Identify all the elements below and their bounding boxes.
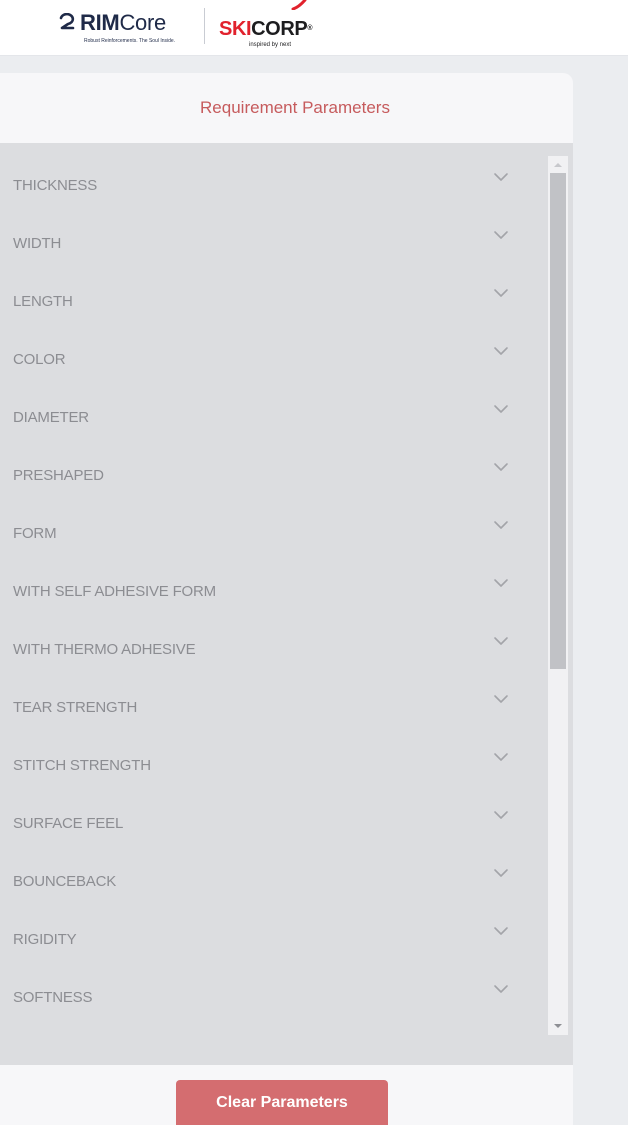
requirement-parameters-panel: Requirement Parameters THICKNESS WIDTH LEN… [0, 73, 573, 1125]
scroll-down-arrow-icon[interactable] [548, 1018, 568, 1035]
chevron-down-icon[interactable] [493, 752, 509, 762]
parameter-row[interactable]: SOFTNESS [0, 968, 547, 1026]
clear-parameters-button[interactable]: Clear Parameters [176, 1080, 388, 1125]
chevron-down-icon[interactable] [493, 288, 509, 298]
parameter-row[interactable]: WITH THERMO ADHESIVE [0, 620, 547, 678]
chevron-down-icon[interactable] [493, 694, 509, 704]
parameters-list-area: THICKNESS WIDTH LENGTH COLOR DIAMETER PRESHAP… [0, 143, 573, 1065]
parameter-label: FORM [13, 524, 57, 542]
scrollbar-thumb[interactable] [550, 173, 566, 669]
brand-logos: RIMCore Robust Reinforcements. The Soul … [58, 0, 329, 52]
chevron-down-icon[interactable] [493, 926, 509, 936]
parameter-row[interactable]: COLOR [0, 330, 547, 388]
chevron-down-icon[interactable] [493, 346, 509, 356]
parameter-label: RIGIDITY [13, 930, 77, 948]
parameter-row[interactable]: DIAMETER [0, 388, 547, 446]
parameter-row[interactable]: THICKNESS [0, 156, 547, 214]
parameter-row[interactable]: WITH SELF ADHESIVE FORM [0, 562, 547, 620]
logo-divider [204, 8, 205, 44]
parameter-row[interactable]: RIGIDITY [0, 910, 547, 968]
chevron-down-icon[interactable] [493, 172, 509, 182]
parameter-label: COLOR [13, 350, 66, 368]
parameter-row[interactable]: BOUNCEBACK [0, 852, 547, 910]
chevron-down-icon[interactable] [493, 520, 509, 530]
chevron-down-icon[interactable] [493, 462, 509, 472]
chevron-down-icon[interactable] [493, 578, 509, 588]
parameter-label: STITCH STRENGTH [13, 756, 151, 774]
parameter-label: THICKNESS [13, 176, 98, 194]
rimcore-tagline: Robust Reinforcements. The Soul Inside. [84, 38, 176, 44]
parameter-label: SURFACE FEEL [13, 814, 124, 832]
parameter-label: DIAMETER [13, 408, 89, 426]
chevron-down-icon[interactable] [493, 984, 509, 994]
parameter-label: TEAR STRENGTH [13, 698, 138, 716]
parameter-label: WIDTH [13, 234, 62, 252]
rimcore-logo[interactable]: RIMCore Robust Reinforcements. The Soul … [58, 6, 192, 48]
parameter-row[interactable]: FORM [0, 504, 547, 562]
parameter-row[interactable]: SURFACE FEEL [0, 794, 547, 852]
chevron-down-icon[interactable] [493, 404, 509, 414]
parameter-row[interactable]: WIDTH [0, 214, 547, 272]
skicorp-tagline: inspired by next [249, 42, 292, 48]
parameters-list[interactable]: THICKNESS WIDTH LENGTH COLOR DIAMETER PRESHAP… [0, 156, 547, 1036]
parameter-label: WITH SELF ADHESIVE FORM [13, 582, 216, 600]
skicorp-swoosh-icon [291, 0, 307, 10]
parameter-row[interactable]: STITCH STRENGTH [0, 736, 547, 794]
parameter-label: LENGTH [13, 292, 73, 310]
parameter-label: SOFTNESS [13, 988, 93, 1006]
parameter-label: PRESHAPED [13, 466, 104, 484]
chevron-down-icon[interactable] [493, 230, 509, 240]
parameter-row[interactable]: LENGTH [0, 272, 547, 330]
panel-title: Requirement Parameters [200, 98, 390, 117]
list-scrollbar[interactable] [548, 156, 568, 1035]
skicorp-wordmark: SKICORP® [219, 18, 313, 40]
chevron-down-icon[interactable] [493, 636, 509, 646]
scroll-up-arrow-icon[interactable] [548, 156, 568, 173]
rimcore-mark-icon [59, 13, 75, 30]
parameter-row[interactable]: TEAR STRENGTH [0, 678, 547, 736]
parameter-label: BOUNCEBACK [13, 872, 117, 890]
chevron-down-icon[interactable] [493, 868, 509, 878]
parameter-row[interactable]: PRESHAPED [0, 446, 547, 504]
chevron-down-icon[interactable] [493, 810, 509, 820]
skicorp-logo[interactable]: SKICORP® inspired by next [219, 0, 329, 52]
rimcore-wordmark: RIMCore [80, 10, 166, 35]
parameter-label: WITH THERMO ADHESIVE [13, 640, 196, 658]
app-header: RIMCore Robust Reinforcements. The Soul … [0, 0, 628, 56]
